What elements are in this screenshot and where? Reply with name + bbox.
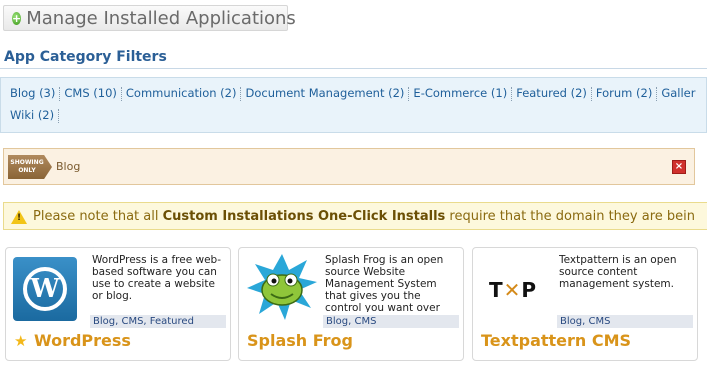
app-card-wordpress[interactable]: W WordPress is a free web-based software… [5, 247, 231, 361]
wordpress-logo-icon: W [13, 257, 77, 321]
filter-row-2: Wiki (2) [10, 108, 63, 123]
plus-circle-icon: + [12, 11, 22, 25]
app-description: WordPress is a free web-based software y… [92, 254, 221, 302]
splash-frog-logo-icon [247, 254, 317, 320]
showing-only-tag: SHOWING ONLY [8, 155, 52, 179]
filter-communication[interactable]: Communication (2) [126, 86, 241, 101]
app-description: Splash Frog is an open source Website Ma… [325, 254, 444, 312]
manage-installed-applications-button[interactable]: + Manage Installed Applications [3, 5, 296, 31]
app-card-textpattern[interactable]: T✕P Textpattern is an open source conten… [472, 247, 698, 361]
textpattern-logo-icon: T✕P [489, 278, 538, 302]
app-name[interactable]: WordPress [34, 331, 131, 350]
filter-document-management[interactable]: Document Management (2) [245, 86, 408, 101]
close-icon[interactable]: × [672, 160, 686, 174]
filter-forum[interactable]: Forum (2) [596, 86, 656, 101]
app-card-splash-frog[interactable]: Splash Frog is an open source Website Ma… [238, 247, 464, 361]
warning-icon: ! [11, 210, 27, 224]
page-title: Manage Installed Applications [26, 7, 296, 29]
filter-row-1: Blog (3) CMS (10) Communication (2) Docu… [10, 86, 699, 101]
app-description: Textpattern is an open source content ma… [559, 254, 677, 290]
filter-cms[interactable]: CMS (10) [64, 86, 121, 101]
app-name[interactable]: Textpattern CMS [481, 331, 631, 350]
filter-wiki[interactable]: Wiki (2) [10, 108, 58, 123]
app-name[interactable]: Splash Frog [247, 331, 353, 350]
notice-text: Please note that all Custom Installation… [33, 209, 695, 224]
star-icon: ★ [14, 332, 28, 350]
notice-bar: ! Please note that all Custom Installati… [3, 202, 707, 230]
filter-e-commerce[interactable]: E-Commerce (1) [413, 86, 511, 101]
app-tags: Blog, CMS [323, 315, 459, 328]
filter-featured[interactable]: Featured (2) [516, 86, 591, 101]
filter-gallery[interactable]: Galler [661, 86, 699, 101]
filters-heading: App Category Filters [4, 49, 167, 65]
active-filter-bar: SHOWING ONLY Blog × [3, 148, 695, 185]
category-filter-panel: Blog (3) CMS (10) Communication (2) Docu… [0, 77, 707, 133]
filter-blog[interactable]: Blog (3) [10, 86, 59, 101]
active-filter-label: Blog [56, 160, 81, 173]
divider [0, 68, 707, 69]
app-tags: Blog, CMS [557, 315, 693, 328]
app-tags: Blog, CMS, Featured [90, 315, 226, 328]
